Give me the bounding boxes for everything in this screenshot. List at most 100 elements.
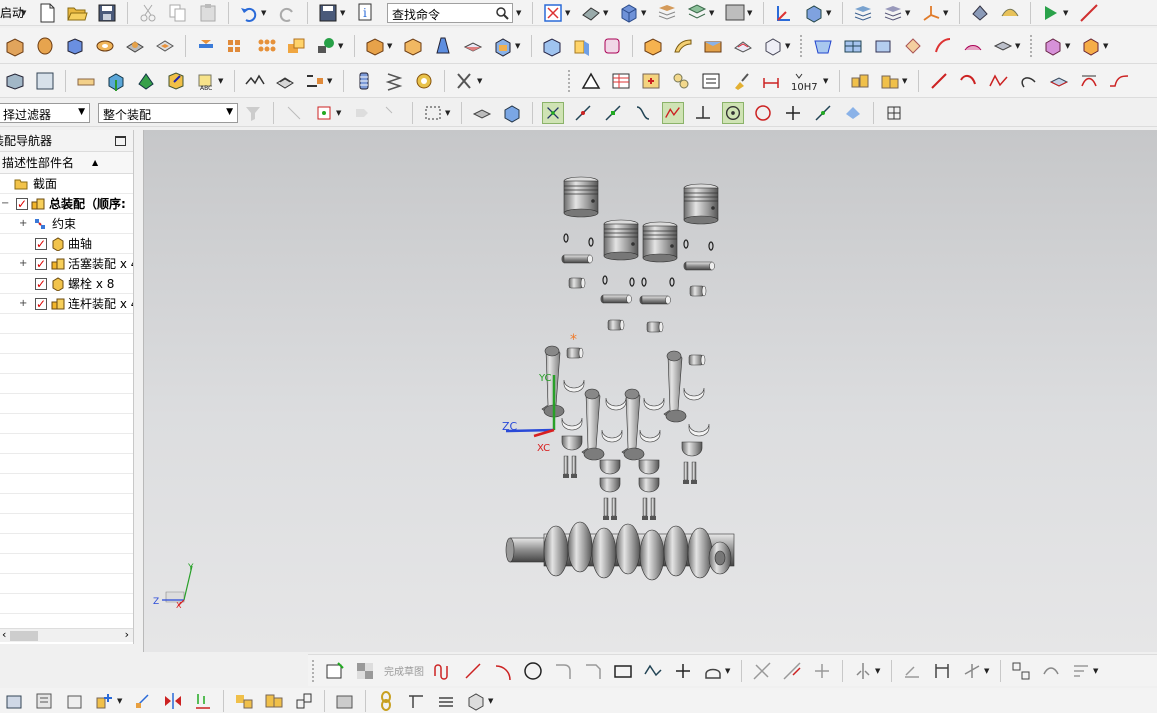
transition-icon[interactable] xyxy=(872,35,894,57)
new-component-icon[interactable] xyxy=(34,70,56,92)
project-curve-icon[interactable] xyxy=(1078,70,1100,92)
layer-visible-icon[interactable] xyxy=(852,2,874,24)
tree-row-constraints[interactable]: + 约束 xyxy=(0,214,133,234)
reference-set-icon[interactable] xyxy=(34,690,56,712)
paste-icon[interactable] xyxy=(197,2,219,24)
piston-3[interactable] xyxy=(642,221,678,263)
hole-icon[interactable] xyxy=(94,35,116,57)
layer-category-icon[interactable] xyxy=(882,2,904,24)
revolve-icon[interactable] xyxy=(34,35,56,57)
line-icon[interactable] xyxy=(928,70,950,92)
bridge-icon[interactable] xyxy=(672,35,694,57)
tree-row-top-assembly[interactable]: − 总装配（顺序: xyxy=(0,194,133,214)
maximize-icon[interactable] xyxy=(115,136,126,146)
mirror-body-icon[interactable] xyxy=(541,35,563,57)
arc-icon[interactable] xyxy=(958,70,980,92)
profile-icon[interactable] xyxy=(432,660,454,682)
edge-blend-icon[interactable] xyxy=(402,35,424,57)
description-column-header[interactable]: 描述性部件名 ▲ xyxy=(0,152,133,174)
visibility-checkbox[interactable] xyxy=(16,194,28,213)
offset-curve-icon[interactable] xyxy=(1048,70,1070,92)
table-icon[interactable] xyxy=(610,70,632,92)
redo-icon[interactable] xyxy=(276,2,298,24)
chevron-down-icon[interactable]: ▼ xyxy=(340,9,348,17)
chevron-down-icon[interactable]: ▼ xyxy=(1103,42,1111,50)
fill-surface-icon[interactable] xyxy=(902,35,924,57)
crankshaft[interactable] xyxy=(505,521,735,581)
save-dropdown-icon[interactable] xyxy=(317,2,339,24)
emboss-icon[interactable] xyxy=(195,35,217,57)
auto-constraint-icon[interactable] xyxy=(961,660,983,682)
chevron-down-icon[interactable]: ▼ xyxy=(327,77,335,85)
synchronous-move-face-icon[interactable] xyxy=(1042,35,1064,57)
chevron-down-icon[interactable]: ▼ xyxy=(875,667,883,675)
chevron-down-icon[interactable]: ▼ xyxy=(565,9,573,17)
unite-icon[interactable] xyxy=(285,35,307,57)
visibility-checkbox[interactable] xyxy=(35,294,47,313)
collapse-icon[interactable]: − xyxy=(1,194,9,213)
sheet-metal-icon[interactable] xyxy=(274,70,296,92)
connecting-rod-4[interactable] xyxy=(663,350,687,423)
geometric-constraint-icon[interactable] xyxy=(901,660,923,682)
snap-grid-icon[interactable] xyxy=(883,102,905,124)
snap-point-on-face-icon[interactable] xyxy=(842,102,864,124)
background-color-icon[interactable] xyxy=(724,2,746,24)
sew-icon[interactable] xyxy=(992,35,1014,57)
offset-surface-icon[interactable] xyxy=(962,35,984,57)
n-sided-surface-icon[interactable] xyxy=(842,35,864,57)
animate-dimension-icon[interactable] xyxy=(1070,660,1092,682)
chevron-down-icon[interactable]: ▼ xyxy=(785,42,793,50)
chevron-down-icon[interactable]: ▼ xyxy=(603,9,611,17)
chain-link-icon[interactable] xyxy=(375,690,397,712)
piston-2[interactable] xyxy=(603,219,639,261)
circle-icon[interactable] xyxy=(522,660,544,682)
quick-extend-icon[interactable] xyxy=(781,660,803,682)
chevron-down-icon[interactable]: ▼ xyxy=(261,9,269,17)
component-pattern-icon[interactable] xyxy=(94,690,116,712)
balloon-icon[interactable] xyxy=(670,70,692,92)
trim-body-icon[interactable] xyxy=(462,35,484,57)
view-orientation-icon[interactable] xyxy=(618,2,640,24)
chevron-down-icon[interactable]: ▼ xyxy=(984,667,992,675)
visibility-checkbox[interactable] xyxy=(35,234,47,253)
chevron-down-icon[interactable]: ▼ xyxy=(747,9,755,17)
draft-icon[interactable] xyxy=(432,35,454,57)
gear-icon[interactable] xyxy=(413,70,435,92)
tools-icon[interactable] xyxy=(454,70,476,92)
connecting-rod-3[interactable] xyxy=(621,388,645,461)
snap-perpendicular-icon[interactable] xyxy=(692,102,714,124)
wcs-orient-icon[interactable] xyxy=(803,2,825,24)
tree-row-connecting-rod-assembly[interactable]: + 连杆装配 x 4 xyxy=(0,294,133,314)
chevron-down-icon[interactable]: ▼ xyxy=(117,697,125,705)
chevron-down-icon[interactable]: ▼ xyxy=(826,9,834,17)
fillet-icon[interactable] xyxy=(552,660,574,682)
sphere-icon[interactable] xyxy=(315,35,337,57)
command-search-input[interactable]: 查找命令 xyxy=(387,2,514,23)
piston-4[interactable] xyxy=(683,183,719,225)
expand-icon[interactable]: + xyxy=(19,214,27,233)
move-component-bottom-icon[interactable] xyxy=(132,690,154,712)
pattern-face-icon[interactable] xyxy=(255,35,277,57)
point-icon[interactable] xyxy=(672,660,694,682)
chevron-down-icon[interactable]: ▼ xyxy=(902,77,910,85)
chevron-down-icon[interactable]: ▼ xyxy=(218,77,226,85)
chevron-down-icon[interactable]: ▼ xyxy=(641,9,649,17)
filter-icon[interactable] xyxy=(242,102,264,124)
exploded-engine-model[interactable]: YC ZC XC * Y Z X xyxy=(144,130,1157,652)
wcs-dynamic-icon[interactable] xyxy=(773,2,795,24)
fit-view-icon[interactable] xyxy=(542,2,564,24)
connecting-rod-2[interactable] xyxy=(581,388,605,461)
through-curves-icon[interactable] xyxy=(732,35,754,57)
polygon-icon[interactable] xyxy=(642,660,664,682)
shaded-edges-icon[interactable] xyxy=(580,2,602,24)
make-corner-icon[interactable] xyxy=(811,660,833,682)
chamfer-icon[interactable] xyxy=(364,35,386,57)
chamfer-sketch-icon[interactable] xyxy=(582,660,604,682)
chevron-down-icon[interactable]: ▼ xyxy=(515,42,523,50)
mirror-assembly-icon[interactable] xyxy=(162,690,184,712)
chevron-down-icon[interactable]: ▼ xyxy=(488,697,496,705)
cut-icon[interactable] xyxy=(137,2,159,24)
face-blend-icon[interactable] xyxy=(642,35,664,57)
deformable-part-icon[interactable] xyxy=(405,690,427,712)
sketch-icon[interactable] xyxy=(324,660,346,682)
